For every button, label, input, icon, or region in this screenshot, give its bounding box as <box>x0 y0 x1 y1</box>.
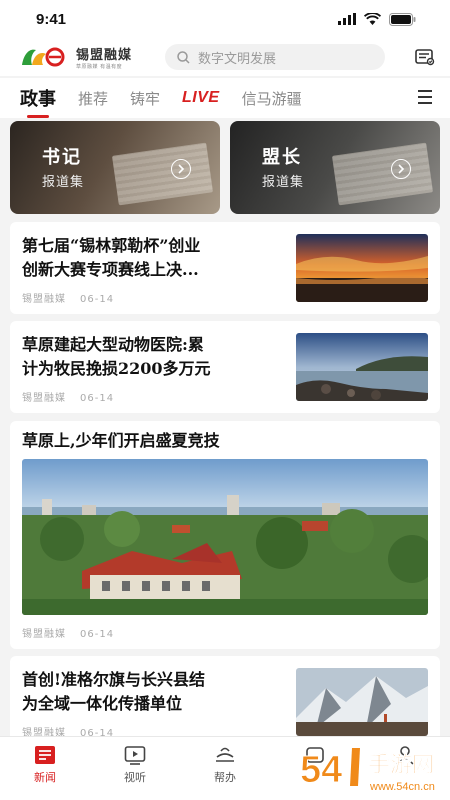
svg-text:www.54cn.cn: www.54cn.cn <box>369 781 435 793</box>
news-thumbnail <box>296 333 428 401</box>
news-thumbnail <box>296 234 428 302</box>
signal-icon <box>338 13 356 25</box>
tabs-menu-icon[interactable] <box>418 90 432 108</box>
newspaper-image <box>331 142 434 206</box>
search-placeholder: 数字文明发展 <box>198 51 277 67</box>
news-date: 06-14 <box>80 629 115 640</box>
news-source: 锡盟融媒 <box>22 629 66 640</box>
tab-zhulao[interactable]: 铸牢 <box>130 88 160 109</box>
news-item[interactable]: 第七届“锡林郭勒杯”创业 创新大赛专项赛线上决... 锡盟融媒 06-14 <box>10 222 440 314</box>
nav-video[interactable]: 视听 <box>90 737 180 800</box>
news-item-featured[interactable]: 草原上,少年们开启盛夏竞技 锡盟融媒 06-14 <box>10 421 440 649</box>
battery-icon <box>389 12 416 26</box>
status-time: 9:41 <box>36 10 67 28</box>
news-title: 第七届“锡林郭勒杯”创业 创新大赛专项赛线上决... <box>22 236 201 279</box>
svg-text:手游网: 手游网 <box>368 752 434 778</box>
news-title: 草原建起大型动物医院:累 计为牧民挽损2200多万元 <box>22 335 211 378</box>
tab-live[interactable]: LIVE <box>182 89 220 107</box>
news-date: 06-14 <box>80 393 115 404</box>
tab-xinma[interactable]: 信马游疆 <box>242 88 302 109</box>
feature-cards: 书记 报道集 盟长 报道集 <box>10 121 440 214</box>
search-input[interactable]: 数字文明发展 <box>165 44 385 70</box>
help-bell-icon <box>216 747 234 762</box>
news-source: 锡盟融媒 <box>22 393 66 404</box>
message-button[interactable] <box>414 46 436 68</box>
news-source: 锡盟融媒 <box>22 294 66 305</box>
card-title: 书记 <box>42 147 82 168</box>
news-icon <box>35 746 55 764</box>
news-meta: 锡盟融媒 06-14 <box>22 389 114 404</box>
news-item[interactable]: 首创!准格尔旗与长兴县结 为全域一体化传播单位 锡盟融媒 06-14 <box>10 656 440 748</box>
news-featured-image <box>22 459 428 615</box>
card-title: 盟长 <box>262 147 302 168</box>
news-meta: 锡盟融媒 06-14 <box>22 290 114 305</box>
logo-mark-icon <box>22 47 65 67</box>
news-date: 06-14 <box>80 294 115 305</box>
site-watermark: 54 手游网 www.54cn.cn <box>296 738 446 798</box>
tab-recommend[interactable]: 推荐 <box>78 88 108 109</box>
search-icon <box>177 50 190 64</box>
tab-politics[interactable]: 政事 <box>20 85 56 118</box>
nav-help[interactable]: 帮办 <box>180 737 270 800</box>
wifi-icon <box>364 13 381 25</box>
video-icon <box>124 746 146 765</box>
news-title: 草原上,少年们开启盛夏竞技 <box>22 431 220 450</box>
card-subtitle: 报道集 <box>262 175 305 190</box>
news-meta: 锡盟融媒 06-14 <box>22 625 114 640</box>
app-logo[interactable]: 锡盟融媒 草原融媒 有温有度 <box>20 44 160 70</box>
logo-tagline: 草原融媒 有温有度 <box>76 64 123 70</box>
message-list-icon <box>415 49 435 66</box>
nav-news[interactable]: 新闻 <box>0 737 90 800</box>
card-subtitle: 报道集 <box>42 175 85 190</box>
nav-label: 帮办 <box>214 771 236 784</box>
feature-card-secretary[interactable]: 书记 报道集 <box>10 121 220 214</box>
nav-label: 视听 <box>124 771 146 784</box>
chevron-right-icon <box>391 159 411 179</box>
news-title: 首创!准格尔旗与长兴县结 为全域一体化传播单位 <box>22 670 206 713</box>
news-thumbnail <box>296 668 428 736</box>
status-icons <box>338 12 416 26</box>
nav-label: 新闻 <box>34 771 56 784</box>
chevron-right-icon <box>171 159 191 179</box>
svg-text:54: 54 <box>300 749 342 791</box>
news-item[interactable]: 草原建起大型动物医院:累 计为牧民挽损2200多万元 锡盟融媒 06-14 <box>10 321 440 413</box>
newspaper-image <box>111 142 214 206</box>
logo-name: 锡盟融媒 <box>76 48 133 63</box>
category-tabs: 政事 推荐 铸牢 LIVE 信马游疆 <box>0 78 450 118</box>
app-header: 锡盟融媒 草原融媒 有温有度 数字文明发展 <box>0 38 450 76</box>
status-bar: 9:41 <box>0 0 450 38</box>
feature-card-league-head[interactable]: 盟长 报道集 <box>230 121 440 214</box>
